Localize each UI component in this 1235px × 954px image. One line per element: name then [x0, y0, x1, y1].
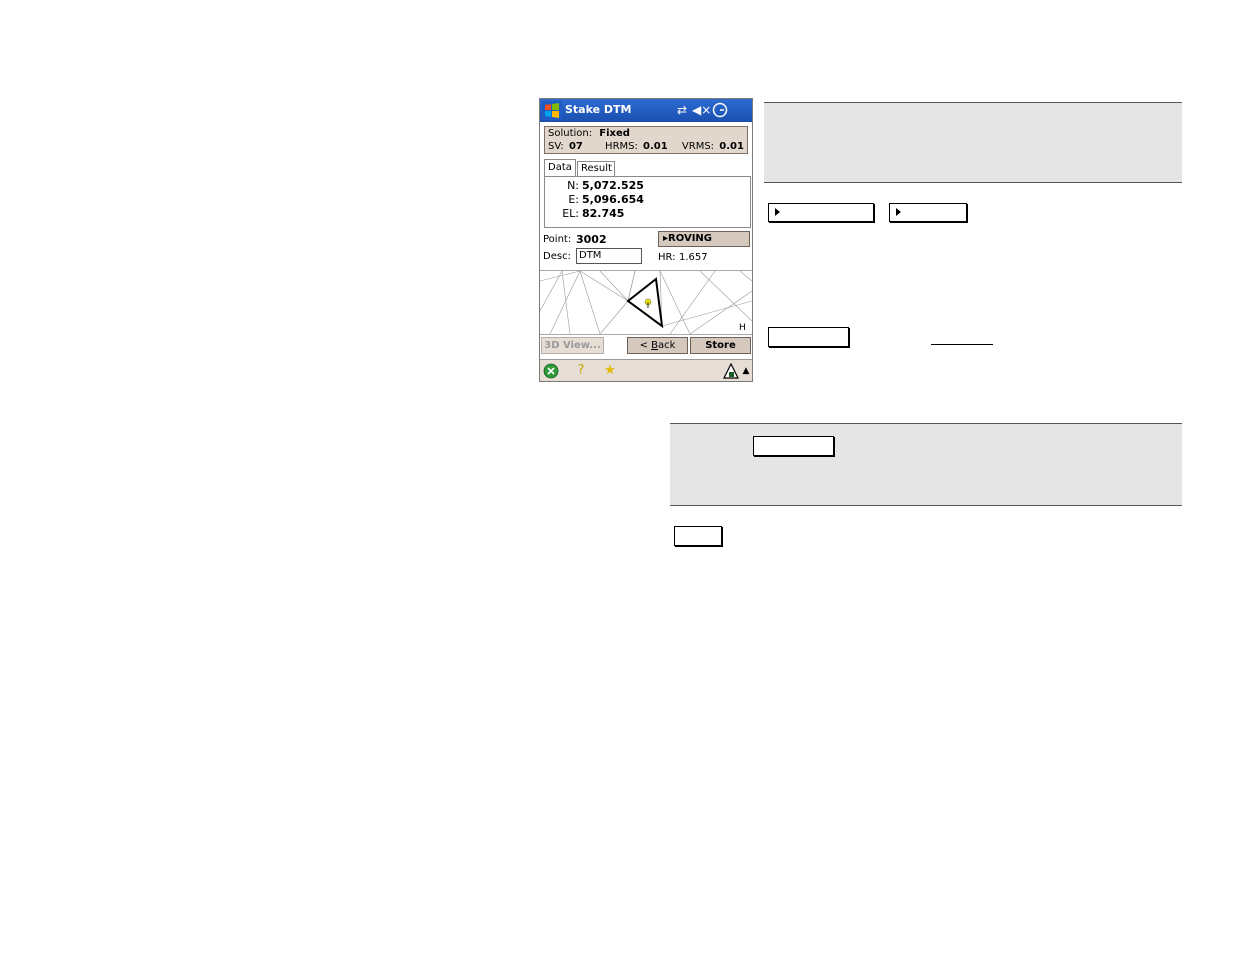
point-label: Point:: [543, 234, 572, 245]
hr-label: HR:: [658, 252, 676, 263]
desc-field[interactable]: DTM: [576, 248, 642, 264]
sv-label: SV:: [548, 141, 564, 152]
doc-button-graphic: [674, 526, 722, 546]
rover-position-icon: [644, 298, 652, 308]
tab-result[interactable]: Result: [577, 161, 615, 176]
roving-label: ROVING: [668, 233, 713, 244]
doc-button-graphic: [768, 327, 849, 347]
hr-value: 1.657: [679, 252, 708, 263]
play-arrow-icon: [896, 208, 901, 216]
elevation-label: EL:: [562, 207, 579, 220]
solution-label: Solution:: [548, 128, 593, 139]
window-title: Stake DTM: [565, 103, 632, 116]
map-corner-label: H: [739, 323, 746, 333]
back-rest: ack: [658, 340, 676, 351]
dtm-map-view[interactable]: H: [540, 270, 752, 335]
coordinates-panel: N: 5,072.525 E: 5,096.654 EL: 82.745: [544, 176, 751, 228]
point-value: 3002: [576, 233, 607, 246]
doc-arrow-button: [889, 203, 967, 222]
close-icon[interactable]: [543, 363, 559, 379]
expand-up-icon[interactable]: ▲: [738, 363, 752, 379]
help-icon[interactable]: ?: [573, 363, 589, 379]
solution-status-panel: Solution: Fixed SV: 07 HRMS: 0.01 VRMS: …: [544, 126, 748, 154]
note-box: [764, 102, 1182, 183]
sv-value: 07: [568, 141, 583, 152]
easting-value: 5,096.654: [582, 193, 644, 206]
northing-value: 5,072.525: [582, 179, 644, 192]
vrms-label: VRMS:: [681, 141, 715, 152]
favorites-icon[interactable]: ★: [602, 363, 618, 379]
windows-start-icon[interactable]: [542, 101, 562, 120]
back-prefix: <: [639, 340, 652, 351]
roving-button[interactable]: ▸ROVING: [658, 231, 750, 247]
vrms-value: 0.01: [719, 141, 744, 152]
volume-mute-icon[interactable]: ◀×: [692, 102, 711, 118]
back-button[interactable]: < Back: [627, 337, 688, 354]
note-box: [670, 423, 1182, 506]
desc-label: Desc:: [543, 251, 571, 262]
device-screenshot: Stake DTM ⇄ ◀× Solution: Fixed SV: 07 HR…: [539, 98, 753, 382]
3d-view-button[interactable]: 3D View...: [541, 337, 604, 354]
doc-button-graphic: [753, 436, 834, 456]
northing-label: N:: [567, 179, 579, 192]
doc-arrow-button: [768, 203, 874, 222]
hrms-value: 0.01: [643, 141, 668, 152]
store-button[interactable]: Store: [690, 337, 751, 354]
survey-status-icon[interactable]: [723, 363, 739, 379]
doc-underline: [931, 344, 993, 345]
easting-label: E:: [568, 193, 579, 206]
play-arrow-icon: [775, 208, 780, 216]
elevation-value: 82.745: [582, 207, 625, 220]
solution-value: Fixed: [599, 128, 630, 139]
hrms-label: HRMS:: [605, 141, 638, 152]
connectivity-icon[interactable]: ⇄: [674, 102, 690, 118]
bottom-toolbar: ? ★ ▲: [540, 359, 752, 381]
tab-data[interactable]: Data: [544, 159, 576, 176]
back-mnemonic: B: [651, 340, 658, 351]
clock-icon[interactable]: [712, 102, 728, 118]
title-bar: Stake DTM ⇄ ◀×: [540, 99, 752, 122]
